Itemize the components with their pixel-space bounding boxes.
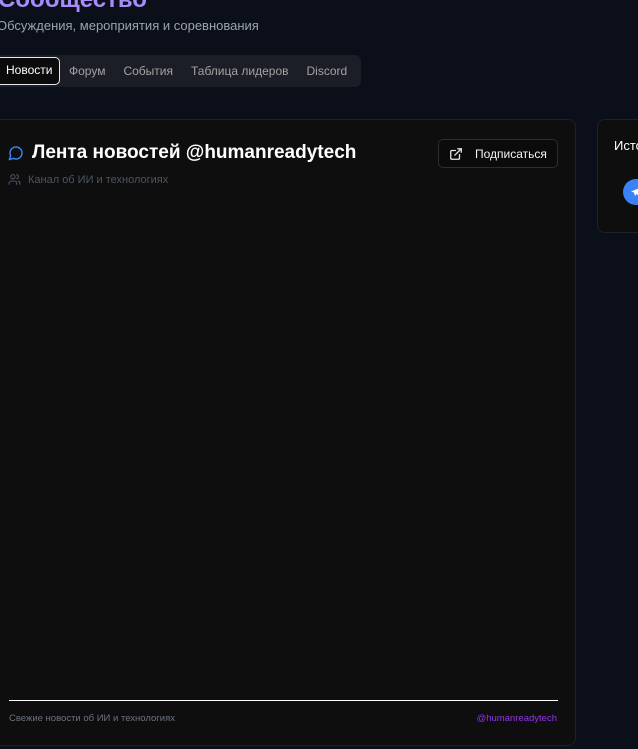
subscribe-button[interactable]: Подписаться — [438, 139, 558, 168]
channel-description-text: Канал об ИИ и технологиях — [28, 173, 169, 186]
feed-divider — [9, 700, 558, 701]
external-link-icon — [450, 147, 462, 160]
page-subtitle: Обсуждения, мероприятия и соревнования — [0, 18, 259, 33]
tab-leaderboard[interactable]: Таблица лидеров — [182, 57, 298, 85]
tab-news[interactable]: Новости — [0, 57, 60, 85]
subscribe-label: Подписаться — [475, 146, 547, 161]
tab-events[interactable]: События — [114, 57, 182, 85]
tab-forum[interactable]: Форум — [60, 57, 114, 85]
feed-footer-text: Свежие новости об ИИ и технологиях — [9, 713, 175, 724]
feed-title: Лента новостей @humanreadytech — [32, 142, 357, 163]
news-feed-card: Лента новостей @humanreadytech Подписать… — [0, 119, 576, 746]
telegram-source-button[interactable] — [623, 179, 638, 205]
sources-title: Источники — [614, 138, 638, 153]
page-title: Сообщество — [0, 0, 147, 14]
tab-bar: Новости Форум События Таблица лидеров Di… — [0, 55, 361, 87]
message-circle-icon — [8, 146, 23, 161]
channel-link[interactable]: @humanreadytech — [477, 713, 557, 724]
sources-card: Источники — [597, 119, 638, 233]
community-page: Сообщество Обсуждения, мероприятия и сор… — [0, 0, 638, 749]
feed-content-area[interactable] — [8, 200, 558, 700]
channel-description: Канал об ИИ и технологиях — [8, 173, 168, 186]
tab-discord[interactable]: Discord — [298, 57, 357, 85]
users-icon — [8, 174, 21, 185]
telegram-icon — [631, 188, 638, 196]
